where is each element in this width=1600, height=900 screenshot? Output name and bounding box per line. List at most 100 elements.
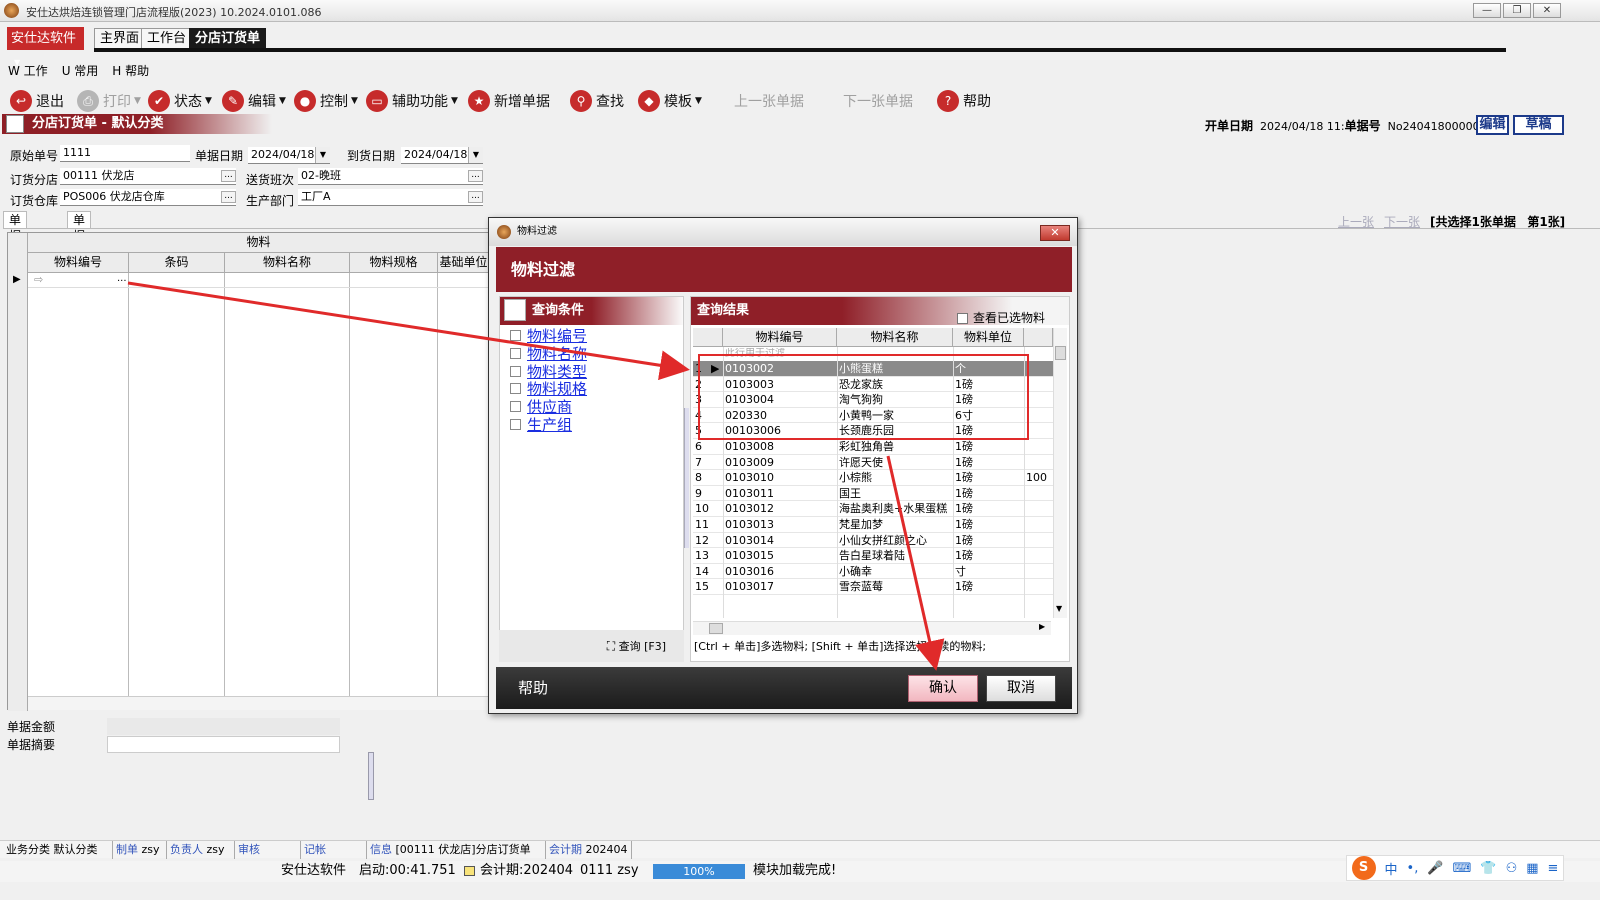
col-material-code[interactable]: 物料编号 <box>723 328 837 347</box>
checkbox[interactable] <box>510 365 521 377</box>
col-material-name[interactable]: 物料名称 <box>837 328 953 347</box>
browse-icon[interactable]: ... <box>221 191 236 203</box>
toolbar-6-button[interactable]: ★ 新增单据 <box>468 88 550 114</box>
shift-field[interactable]: 02-晚班... <box>298 168 483 185</box>
chevron-down-icon[interactable]: ▼ <box>468 147 483 163</box>
bill-date-field[interactable]: 2024/04/18 ▼ <box>248 147 330 164</box>
menu-help[interactable]: H 帮助 <box>112 64 149 78</box>
toolbar-7-button[interactable]: ⚲ 查找 <box>570 88 624 114</box>
scroll-thumb[interactable] <box>1055 346 1066 360</box>
query-condition-2[interactable]: 物料类型 <box>510 363 587 381</box>
query-condition-0[interactable]: 物料编号 <box>510 327 587 345</box>
punctuation-icon[interactable]: •, <box>1407 861 1419 876</box>
brand-menu-button[interactable]: 安仕达软件▼ <box>7 27 84 67</box>
browse-icon[interactable]: ... <box>468 170 483 182</box>
toolbar-10-button[interactable]: 下一张单据 <box>843 88 913 114</box>
checkbox[interactable] <box>510 383 521 395</box>
checkbox[interactable] <box>510 419 521 430</box>
next-record-link[interactable]: 下一张 <box>1384 215 1420 229</box>
menu-work[interactable]: W 工作 <box>8 64 48 78</box>
table-row[interactable]: 10 0103012 海盐奥利奥+水果蛋糕 1磅 <box>693 501 1053 517</box>
col-material-code[interactable]: 物料编号 <box>28 253 129 273</box>
bill-grid[interactable]: 物料 物料编号 条码 物料名称 物料规格 基础单位 ▶ ⇨ ... <box>7 232 490 711</box>
panel-splitter[interactable] <box>684 408 689 548</box>
query-condition-link[interactable]: 生产组 <box>527 414 572 435</box>
browse-icon[interactable]: ... <box>468 191 483 203</box>
col-material-spec[interactable]: 物料规格 <box>350 253 438 273</box>
chevron-down-icon[interactable]: ▼ <box>451 96 458 106</box>
tab-bill-content[interactable]: 单据内容 <box>3 211 28 275</box>
vertical-scrollbar[interactable]: ▼ <box>1053 328 1067 618</box>
tab-workbench[interactable]: 工作台 <box>141 28 193 50</box>
keyboard-icon[interactable]: ⌨ <box>1453 861 1472 876</box>
close-button[interactable]: ✕ <box>1533 3 1561 18</box>
menu-icon[interactable]: ≡ <box>1548 861 1559 876</box>
cancel-button[interactable]: 取消 <box>986 675 1056 702</box>
warehouse-field[interactable]: POS006 伏龙店仓库... <box>60 189 236 206</box>
toolbar-8-button[interactable]: ◆ 模板 ▼ <box>638 88 702 114</box>
tab-bill-remark[interactable]: 单据备注 <box>67 211 92 275</box>
checkbox[interactable] <box>510 347 521 359</box>
checkbox[interactable] <box>957 312 968 324</box>
toolbar-11-button[interactable]: ? 帮助 <box>937 88 991 114</box>
branch-field[interactable]: 00111 伏龙店... <box>60 168 236 185</box>
table-row[interactable]: 13 0103015 告白星球着陆 1磅 <box>693 548 1053 564</box>
toolbar-2-button[interactable]: ✔ 状态 ▼ <box>148 88 212 114</box>
skin-icon[interactable]: 👕 <box>1480 861 1496 876</box>
chevron-down-icon[interactable]: ▼ <box>205 96 212 106</box>
toolbar-4-button[interactable]: ● 控制 ▼ <box>294 88 358 114</box>
query-condition-1[interactable]: 物料名称 <box>510 345 587 363</box>
checkbox[interactable] <box>510 330 521 341</box>
query-button[interactable]: ⛶ 查询 [F3] <box>499 630 684 662</box>
dept-field[interactable]: 工厂A... <box>298 189 483 206</box>
table-row[interactable]: 15 0103017 雪奈蓝莓 1磅 <box>693 579 1053 595</box>
browse-icon[interactable]: ... <box>221 170 236 182</box>
chevron-down-icon[interactable]: ▼ <box>351 96 358 106</box>
chevron-down-icon[interactable]: ▼ <box>315 147 330 163</box>
splitter-handle[interactable] <box>368 752 374 800</box>
orig-no-field[interactable]: 1111 <box>60 145 190 162</box>
microphone-icon[interactable]: 🎤 <box>1427 861 1443 876</box>
toolbar-9-button[interactable]: 上一张单据 <box>734 88 804 114</box>
table-row[interactable]: 11 0103013 梵星加梦 1磅 <box>693 517 1053 533</box>
ime-chinese-mode[interactable]: 中 <box>1385 859 1398 878</box>
query-condition-3[interactable]: 物料规格 <box>510 380 587 398</box>
table-row[interactable]: 14 0103016 小确幸 寸 <box>693 564 1053 580</box>
horizontal-scrollbar[interactable]: ▶ <box>693 621 1051 635</box>
confirm-button[interactable]: 确认 <box>908 675 978 702</box>
prev-record-link[interactable]: 上一张 <box>1338 215 1374 229</box>
browse-icon[interactable]: ... <box>117 273 127 284</box>
col-material-name[interactable]: 物料名称 <box>225 253 350 273</box>
table-row[interactable]: 9 0103011 国王 1磅 <box>693 486 1053 502</box>
col-base-unit[interactable]: 基础单位 <box>438 253 490 273</box>
toolbar-0-button[interactable]: ↩ 退出 <box>10 88 64 114</box>
remark-input[interactable] <box>107 736 340 753</box>
dialog-help-link[interactable]: 帮助 <box>518 677 548 698</box>
draft-button[interactable]: 草稿 <box>1513 115 1564 135</box>
chevron-down-icon[interactable]: ▼ <box>134 96 141 106</box>
chevron-down-icon[interactable]: ▼ <box>695 96 702 106</box>
toolbar-1-button[interactable]: ⎙ 打印 ▼ <box>77 88 141 114</box>
edit-mode-button[interactable]: 编辑 <box>1476 115 1509 135</box>
toolbox-icon[interactable]: ▦ <box>1526 861 1538 876</box>
query-condition-4[interactable]: 供应商 <box>510 398 572 416</box>
chevron-down-icon[interactable]: ▼ <box>279 96 286 106</box>
maximize-button[interactable]: ❐ <box>1503 3 1531 18</box>
query-condition-5[interactable]: 生产组 <box>510 414 572 435</box>
tab-main[interactable]: 主界面 <box>94 28 146 50</box>
table-row[interactable] <box>28 273 490 288</box>
tab-branch-order[interactable]: 分店订货单 <box>189 28 267 50</box>
table-row[interactable]: 12 0103014 小仙女拼红颜之心 1磅 <box>693 533 1053 549</box>
scroll-thumb[interactable] <box>709 623 723 634</box>
table-row[interactable]: 6 0103008 彩虹独角兽 1磅 <box>693 439 1053 455</box>
arrive-date-field[interactable]: 2024/04/18 ▼ <box>401 147 483 164</box>
table-row[interactable]: 8 0103010 小棕熊 1磅 100 <box>693 470 1053 486</box>
checkbox[interactable] <box>510 401 521 413</box>
dialog-close-button[interactable]: ✕ <box>1040 225 1070 241</box>
menu-common[interactable]: U 常用 <box>62 64 99 78</box>
col-material-unit[interactable]: 物料单位 <box>953 328 1024 347</box>
emoji-icon[interactable]: ⚇ <box>1506 861 1518 876</box>
table-row[interactable]: 7 0103009 许愿天使 1磅 <box>693 455 1053 471</box>
col-barcode[interactable]: 条码 <box>129 253 225 273</box>
toolbar-5-button[interactable]: ▭ 辅助功能 ▼ <box>366 88 458 114</box>
